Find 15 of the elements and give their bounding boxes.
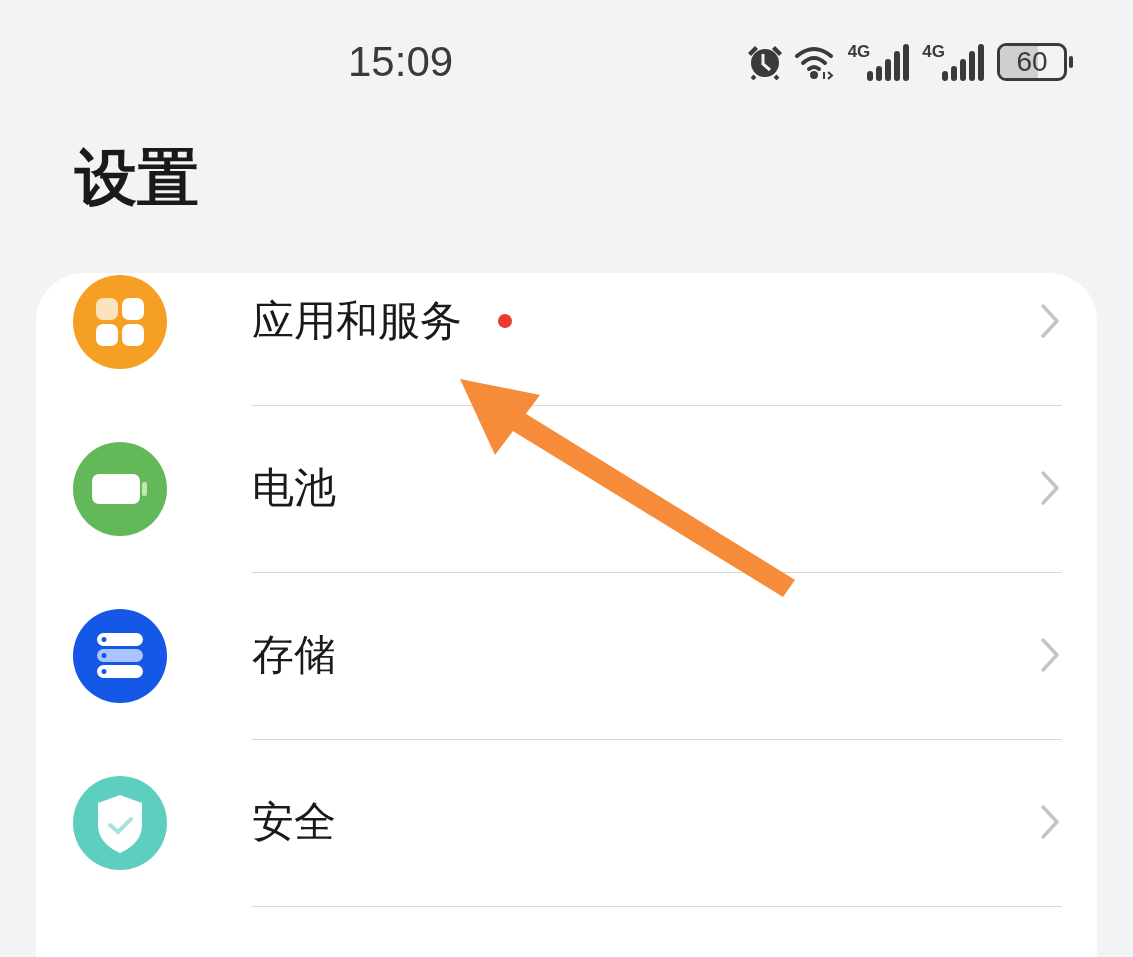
- network-type: 4G: [922, 43, 945, 60]
- settings-item[interactable]: 存储: [36, 572, 1097, 739]
- chevron-icon: [1040, 804, 1060, 840]
- item-label: 应用和服务: [252, 295, 462, 347]
- page-title: 设置: [75, 144, 200, 216]
- item-label: 电池: [252, 462, 336, 514]
- chevron-icon: [1040, 303, 1060, 339]
- settings-item[interactable]: 安全: [36, 739, 1097, 906]
- chevron-icon: [1040, 470, 1060, 506]
- item-label: 存储: [252, 629, 336, 681]
- battery-indicator: 60: [997, 43, 1073, 81]
- item-label: 安全: [252, 796, 336, 848]
- chevron-icon: [1040, 637, 1060, 673]
- status-time: 15:09: [348, 38, 454, 86]
- network-type: 4G: [847, 43, 871, 60]
